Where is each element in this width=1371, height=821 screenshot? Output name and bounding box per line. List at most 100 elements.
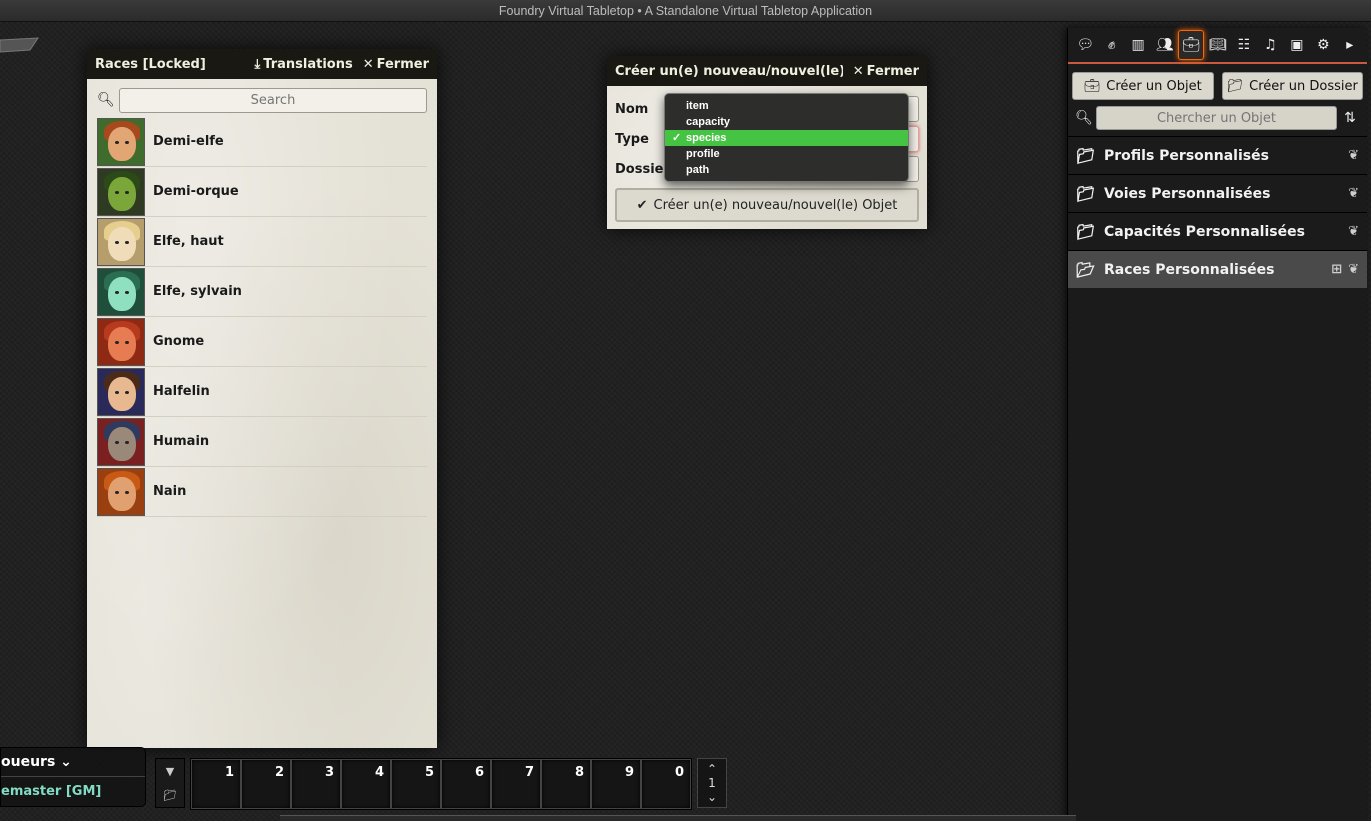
settings-icon[interactable]: ⚙ bbox=[1310, 30, 1336, 60]
compendium-search-input[interactable] bbox=[119, 87, 427, 113]
name-label: Nom bbox=[615, 101, 649, 117]
create-entry-icon[interactable]: ❦ bbox=[1348, 148, 1359, 163]
type-option[interactable]: capacity bbox=[665, 114, 908, 130]
create-item-button[interactable]: 💼︎ Créer un Objet bbox=[1072, 72, 1214, 100]
macro-slot[interactable]: 4 bbox=[341, 759, 391, 809]
slot-number: 8 bbox=[574, 765, 584, 780]
compendium-entry[interactable]: Humain bbox=[97, 417, 427, 467]
entry-name: Gnome bbox=[153, 334, 205, 349]
sidebar-actions: 💼︎ Créer un Objet 📁︎ Créer un Dossier bbox=[1068, 64, 1367, 100]
folder-list: 📁︎ Profils Personnalisés ❦ 📁︎ Voies Personna… bbox=[1068, 136, 1367, 288]
scene-navigation-toggle[interactable] bbox=[0, 36, 40, 58]
create-item-submit-button[interactable]: ✔ Créer un(e) nouveau/nouvel(le) Objet bbox=[615, 188, 919, 222]
macro-slot[interactable]: 6 bbox=[441, 759, 491, 809]
dialog-header[interactable]: Créer un(e) nouveau/nouvel(le) Objet ✕ F… bbox=[607, 56, 927, 86]
dialog-title: Créer un(e) nouveau/nouvel(le) Objet bbox=[615, 63, 843, 79]
sidebar-folder[interactable]: 📁︎ Profils Personnalisés ❦ bbox=[1068, 136, 1367, 174]
compendium-title: Races [Locked] bbox=[95, 56, 206, 72]
macro-slot[interactable]: 1 bbox=[191, 759, 241, 809]
folder-icon: 📁︎ bbox=[1076, 184, 1096, 203]
items-icon[interactable]: 💼︎ bbox=[1177, 30, 1205, 60]
combat-icon[interactable]: ✊︎ bbox=[1098, 30, 1124, 60]
sidebar-folder[interactable]: 📁︎ Voies Personnalisées ❦ bbox=[1068, 174, 1367, 212]
create-entry-icon[interactable]: ❦ bbox=[1348, 262, 1359, 277]
players-list[interactable]: oueurs ⌄ emaster [GM] bbox=[0, 747, 146, 807]
create-subfolder-icon[interactable]: ⊞ bbox=[1331, 262, 1342, 277]
submit-label: Créer un(e) nouveau/nouvel(le) Objet bbox=[653, 197, 898, 213]
portrait-image bbox=[97, 267, 145, 316]
actors-icon[interactable]: 👥︎ bbox=[1151, 30, 1177, 60]
portrait-image bbox=[97, 467, 145, 516]
macro-slot[interactable]: 9 bbox=[591, 759, 641, 809]
macro-slot[interactable]: 0 bbox=[641, 759, 691, 809]
macro-slot[interactable]: 2 bbox=[241, 759, 291, 809]
bottom-strip bbox=[280, 815, 1076, 821]
folder-open-icon: 📂︎ bbox=[1076, 260, 1096, 279]
sidebar-folder[interactable]: 📂︎ Races Personnalisées ⊞ ❦ bbox=[1068, 250, 1367, 288]
slot-number: 5 bbox=[424, 765, 434, 780]
compendium-entry[interactable]: Halfelin bbox=[97, 367, 427, 417]
compendium-entry-list: Demi-elfe Demi-orque Elfe, haut Elfe, sylva… bbox=[97, 117, 427, 517]
hotbar-collapse-icon[interactable]: ▼ bbox=[166, 765, 174, 778]
compendium-entry[interactable]: Demi-elfe bbox=[97, 117, 427, 167]
compendium-entry[interactable]: Nain bbox=[97, 467, 427, 517]
page-up-icon[interactable]: ⌃ bbox=[707, 762, 717, 776]
journal-icon[interactable]: 📖︎ bbox=[1204, 30, 1230, 60]
close-icon: ✕ bbox=[852, 63, 864, 79]
slot-number: 1 bbox=[224, 765, 234, 780]
macro-slot[interactable]: 8 bbox=[541, 759, 591, 809]
type-option[interactable]: path bbox=[665, 162, 908, 178]
page-down-icon[interactable]: ⌄ bbox=[707, 790, 717, 804]
macro-slot[interactable]: 5 bbox=[391, 759, 441, 809]
create-entry-icon[interactable]: ❦ bbox=[1348, 224, 1359, 239]
type-option[interactable]: profile bbox=[665, 146, 908, 162]
entry-name: Elfe, sylvain bbox=[153, 284, 242, 299]
macro-slot[interactable]: 7 bbox=[491, 759, 541, 809]
macro-folder-icon[interactable]: 📁︎ bbox=[163, 789, 177, 802]
hotbar-controls: ▼ 📁︎ bbox=[155, 758, 185, 808]
compendium-entry[interactable]: Demi-orque bbox=[97, 167, 427, 217]
sidebar-folder[interactable]: 📁︎ Capacités Personnalisées ❦ bbox=[1068, 212, 1367, 250]
type-option-label: capacity bbox=[686, 116, 731, 128]
compendium-window: Races [Locked] ⤓ Translations ✕ Fermer 🔍… bbox=[87, 49, 437, 748]
type-option-label: path bbox=[686, 164, 710, 176]
compendium-entry[interactable]: Gnome bbox=[97, 317, 427, 367]
folder-icon: 📁︎ bbox=[1076, 222, 1096, 241]
dialog-close-button[interactable]: ✕ Fermer bbox=[853, 64, 919, 79]
slot-number: 7 bbox=[524, 765, 534, 780]
compendium-header[interactable]: Races [Locked] ⤓ Translations ✕ Fermer bbox=[87, 49, 437, 79]
portrait-image bbox=[97, 167, 145, 216]
entry-name: Humain bbox=[153, 434, 210, 449]
chat-icon[interactable]: 💬︎ bbox=[1072, 30, 1098, 60]
sidebar-search-input[interactable] bbox=[1096, 106, 1337, 130]
create-folder-button[interactable]: 📁︎ Créer un Dossier bbox=[1221, 72, 1363, 100]
sort-icon[interactable]: ⇅ bbox=[1337, 110, 1363, 126]
compendium-body: 🔍︎ Demi-elfe Demi-orque Elfe, haut Elfe, sy… bbox=[87, 79, 437, 748]
tables-icon[interactable]: ☷ bbox=[1231, 30, 1257, 60]
players-header-label: oueurs bbox=[1, 754, 56, 770]
folder-icon: 📁︎ bbox=[1226, 78, 1244, 94]
compendium-entry[interactable]: Elfe, sylvain bbox=[97, 267, 427, 317]
players-header[interactable]: oueurs ⌄ bbox=[1, 748, 145, 777]
macro-slot[interactable]: 3 bbox=[291, 759, 341, 809]
folder-name: Races Personnalisées bbox=[1104, 261, 1275, 278]
compendium-close-button[interactable]: ✕ Fermer bbox=[363, 57, 429, 72]
compendium-icon[interactable]: ▣ bbox=[1284, 30, 1310, 60]
create-entry-icon[interactable]: ❦ bbox=[1348, 186, 1359, 201]
type-option[interactable]: item bbox=[665, 98, 908, 114]
collapse-icon[interactable]: ▸ bbox=[1337, 30, 1363, 60]
folder-name: Voies Personnalisées bbox=[1104, 185, 1271, 202]
slot-number: 0 bbox=[674, 765, 684, 780]
translations-button[interactable]: ⤓ Translations bbox=[255, 57, 353, 72]
scenes-icon[interactable]: ▥ bbox=[1125, 30, 1151, 60]
type-option[interactable]: ✓ species bbox=[665, 130, 908, 146]
portrait-image bbox=[97, 417, 145, 466]
folder-label: Dossier bbox=[615, 161, 670, 177]
portrait-image bbox=[97, 317, 145, 366]
search-icon: 🔍︎ bbox=[97, 92, 115, 108]
entry-name: Nain bbox=[153, 484, 187, 499]
compendium-entry[interactable]: Elfe, haut bbox=[97, 217, 427, 267]
type-dropdown-menu[interactable]: item capacity ✓ species profile path bbox=[664, 93, 909, 182]
portrait-image bbox=[97, 367, 145, 416]
playlists-icon[interactable]: ♫ bbox=[1257, 30, 1283, 60]
